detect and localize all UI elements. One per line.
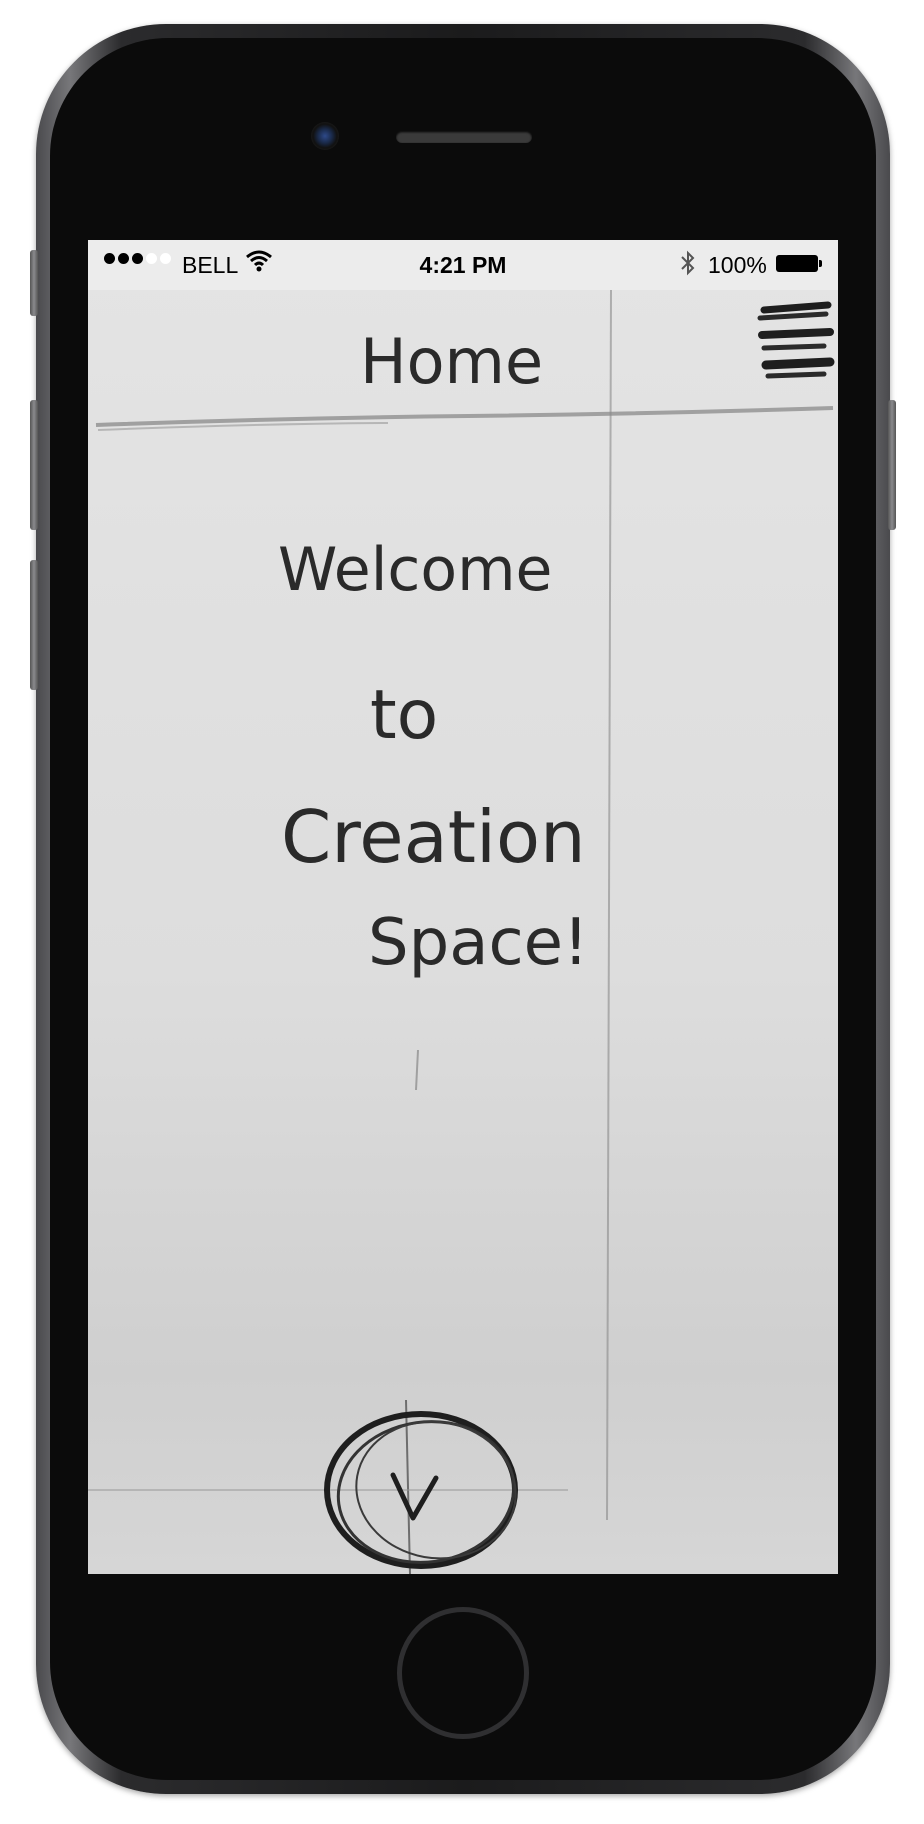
power-button	[888, 400, 896, 530]
page-title: Home	[360, 325, 543, 398]
header-divider	[95, 406, 834, 427]
home-button[interactable]	[397, 1607, 529, 1739]
welcome-line-2: to	[370, 676, 438, 755]
front-camera	[311, 122, 339, 150]
earpiece-speaker	[396, 131, 532, 143]
battery-tip	[819, 260, 822, 267]
mute-switch	[30, 250, 38, 316]
battery-percent: 100%	[708, 252, 767, 278]
volume-down-button	[30, 560, 38, 690]
screen: BELL 4:21 PM 100% Home Welcome to Creati…	[88, 240, 838, 1574]
battery-icon	[776, 255, 818, 272]
sketch-guide-line	[606, 290, 612, 1521]
welcome-line-3: Creation	[281, 795, 586, 879]
checkmark-circle-icon[interactable]	[88, 1399, 568, 1574]
hamburger-menu-icon[interactable]	[757, 301, 835, 379]
volume-up-button	[30, 400, 38, 530]
bluetooth-icon	[680, 250, 696, 282]
welcome-line-1: Welcome	[278, 535, 552, 605]
welcome-line-4: Space!	[368, 906, 589, 980]
sketch-canvas: Home Welcome to Creation Space!	[88, 290, 835, 1574]
status-bar: BELL 4:21 PM 100%	[88, 240, 838, 290]
